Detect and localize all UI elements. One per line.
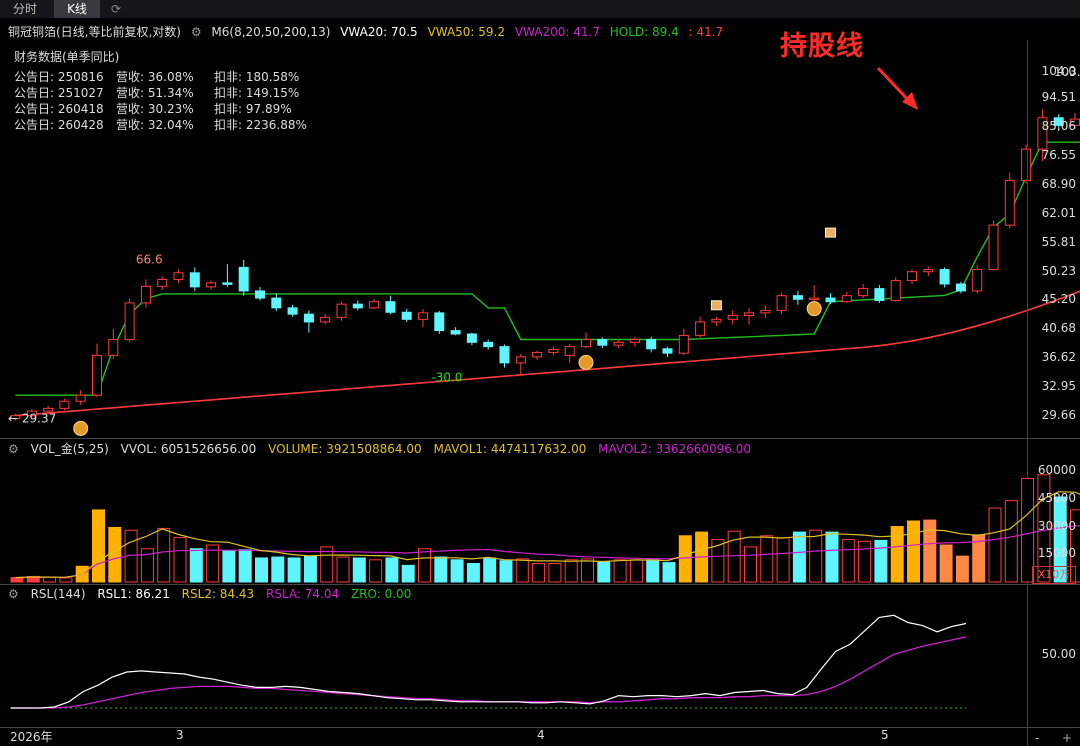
- volume-bar: [238, 549, 252, 583]
- mavol1-value: MAVOL1: 4474117632.00: [433, 442, 587, 456]
- volume-bar: [809, 529, 823, 583]
- volume-bar: [581, 558, 594, 583]
- volume-bar: [173, 537, 187, 583]
- volume-bar: [320, 546, 334, 583]
- volume-bar: [434, 556, 448, 583]
- volume-bar: [564, 559, 578, 583]
- volume-bar: [841, 538, 855, 583]
- rsl-axis: 50.00: [1028, 600, 1080, 727]
- volume-bar: [776, 537, 790, 583]
- volume-bar: [678, 535, 692, 583]
- settings-gear-icon[interactable]: ⚙: [8, 587, 19, 601]
- volume-bar: [955, 555, 969, 583]
- volume-bar: [532, 563, 546, 583]
- volume-axis-label: 15000: [1037, 546, 1076, 561]
- x-label-year: 2026年: [10, 730, 53, 744]
- volume-bar: [287, 557, 301, 583]
- volume-bar: [874, 539, 888, 583]
- vol-title: VOL_金(5,25): [30, 442, 109, 456]
- volume-bar: [401, 564, 415, 583]
- volume-bar: [907, 520, 920, 583]
- volume-bar: [385, 557, 399, 583]
- volume-bar: [515, 558, 529, 583]
- vvol-value: VVOL: 6051526656.00: [120, 442, 257, 456]
- volume-bar: [548, 563, 562, 583]
- rsl1-value: RSL1: 86.21: [97, 587, 170, 601]
- volume-axis-label: 60000: [1037, 463, 1076, 478]
- volume-bar: [418, 548, 431, 583]
- x-label-april: 4: [537, 728, 545, 742]
- volume-bar: [629, 559, 643, 583]
- volume-chart[interactable]: [0, 458, 1080, 584]
- volume-bar: [597, 561, 611, 583]
- rsl1-line: [11, 614, 967, 709]
- volume-bar: [1004, 500, 1018, 583]
- volume-header: ⚙ VOL_金(5,25) VVOL: 6051526656.00 VOLUME…: [8, 440, 759, 457]
- volume-bar: [939, 544, 953, 583]
- volume-bar: [157, 527, 171, 583]
- volume-bar: [369, 559, 383, 583]
- volume-bar: [92, 509, 105, 583]
- volume-bar: [352, 557, 366, 583]
- volume-bar: [222, 550, 236, 583]
- volume-bar: [613, 559, 627, 583]
- volume-bar: [825, 531, 839, 583]
- volume-bar: [988, 507, 1002, 583]
- mavol2-value: MAVOL2: 3362660096.00: [598, 442, 752, 456]
- volume-bar: [858, 540, 872, 583]
- x-label-may: 5: [881, 728, 889, 742]
- volume-bar: [303, 555, 317, 583]
- rsl-header: ⚙ RSL(144) RSL1: 86.21 RSL2: 84.43 RSLA:…: [8, 587, 419, 601]
- volume-bar: [499, 560, 513, 583]
- rsla-value: RSLA: 74.04: [266, 587, 340, 601]
- rsl-title: RSL(144): [30, 587, 86, 601]
- zoom-out-button[interactable]: -: [1035, 731, 1039, 745]
- rsl-axis-label: 50.00: [1041, 647, 1076, 661]
- volume-bar: [255, 557, 268, 583]
- volume-bar: [450, 559, 464, 583]
- settings-gear-icon[interactable]: ⚙: [8, 442, 19, 456]
- volume-bar: [271, 556, 285, 583]
- rsl2-value: RSL2: 84.43: [181, 587, 255, 601]
- volume-bar: [646, 559, 660, 583]
- volume-bar: [43, 576, 57, 583]
- volume-bar: [10, 577, 24, 583]
- volume-bar: [189, 548, 203, 583]
- volume-bar: [792, 531, 806, 583]
- volume-axis-label: 45000: [1037, 490, 1076, 505]
- volume-axis-label: 30000: [1037, 518, 1076, 533]
- volume-bar: [760, 535, 774, 583]
- volume-bar: [744, 546, 757, 583]
- volume-bar: [108, 526, 122, 583]
- volume-bar: [336, 556, 350, 583]
- volume-unit-badge: X10万: [1032, 566, 1076, 584]
- volume-bar: [59, 577, 73, 583]
- volume-bar: [466, 563, 480, 583]
- volume-value: VOLUME: 3921508864.00: [268, 442, 422, 456]
- volume-bar: [662, 562, 676, 583]
- zro-value: ZRO: 0.00: [350, 587, 412, 601]
- zoom-in-button[interactable]: +: [1062, 731, 1072, 745]
- date-axis: 2026年 3 4 5: [0, 728, 1080, 746]
- volume-bar: [483, 557, 497, 583]
- rsl-chart[interactable]: [0, 600, 1080, 727]
- x-label-march: 3: [176, 728, 184, 742]
